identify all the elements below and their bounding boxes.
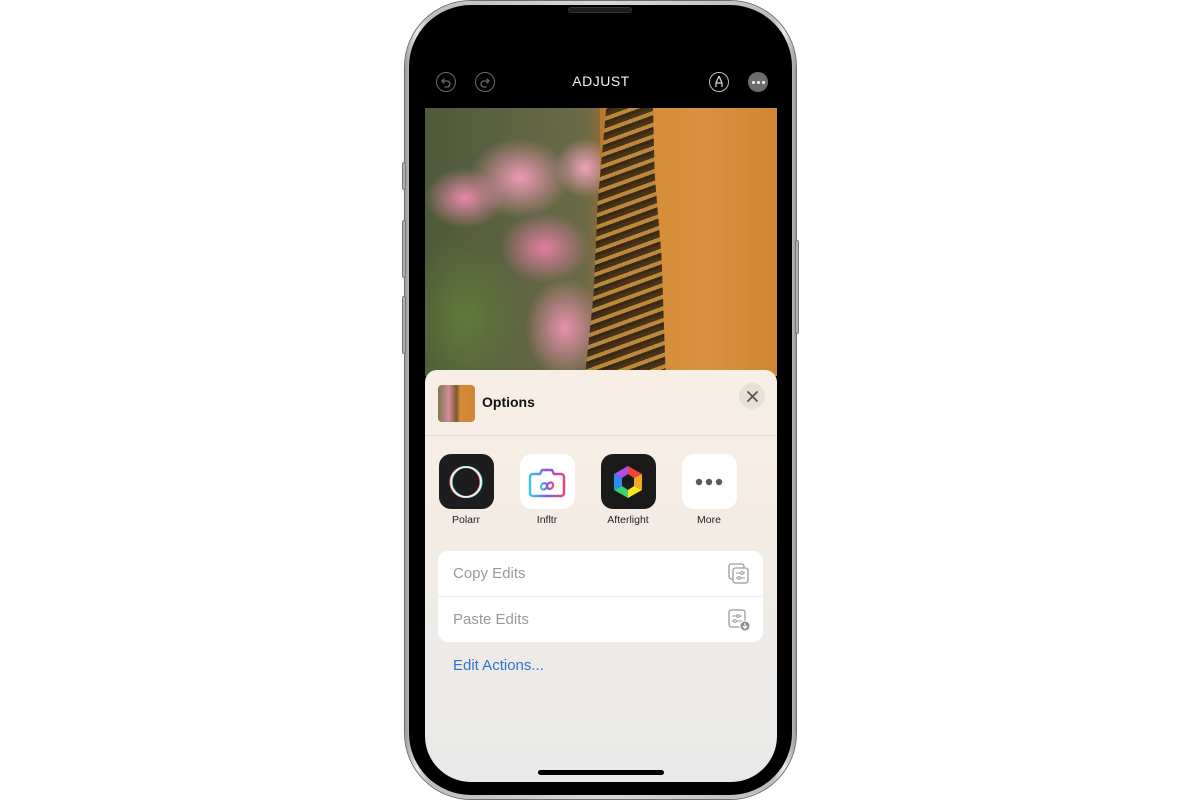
volume-up-button: [402, 220, 406, 278]
edit-toolbar: ADJUST: [425, 66, 777, 100]
photo-thumbnail: [438, 385, 475, 422]
app-extensions-row: Polarr Infltr Afterlight More: [425, 454, 777, 534]
app-label: More: [697, 514, 721, 526]
edit-actions-list: Copy Edits Paste Edits: [438, 551, 763, 642]
polarr-app-icon: [438, 454, 494, 509]
sheet-title: Options: [482, 394, 535, 410]
infltr-app-icon: [519, 454, 575, 509]
app-label: Infltr: [536, 514, 558, 526]
more-options-button[interactable]: [748, 72, 768, 92]
edit-actions-link[interactable]: Edit Actions...: [453, 657, 544, 674]
power-button: [795, 240, 799, 334]
copy-edits-icon: [728, 563, 749, 584]
afterlight-app-icon: [600, 454, 656, 509]
paste-edits-label: Paste Edits: [453, 611, 529, 628]
close-icon: [746, 390, 758, 402]
sheet-header: Options: [425, 370, 777, 436]
app-afterlight[interactable]: Afterlight: [593, 454, 663, 526]
app-polarr[interactable]: Polarr: [431, 454, 501, 526]
app-more[interactable]: More: [674, 454, 744, 526]
markup-pen-icon: [715, 75, 723, 87]
more-dots-icon: [681, 454, 737, 509]
paste-edits-row[interactable]: Paste Edits: [438, 597, 763, 642]
markup-button[interactable]: [709, 72, 729, 92]
close-button[interactable]: [739, 383, 765, 409]
options-sheet: Options Polarr Infltr Afterlight More Co…: [425, 370, 777, 782]
action-button: [402, 162, 406, 190]
copy-edits-row[interactable]: Copy Edits: [438, 551, 763, 596]
copy-edits-label: Copy Edits: [453, 565, 526, 582]
home-indicator[interactable]: [538, 770, 664, 775]
paste-edits-icon: [728, 609, 751, 632]
app-infltr[interactable]: Infltr: [512, 454, 582, 526]
app-label: Afterlight: [607, 514, 649, 526]
app-label: Polarr: [451, 514, 480, 526]
earpiece-speaker: [568, 7, 632, 13]
ellipsis-icon: [751, 80, 766, 84]
photo-preview[interactable]: [425, 108, 777, 376]
volume-down-button: [402, 296, 406, 354]
screen: ADJUST Options Polarr Infltr Afterlight …: [425, 22, 777, 782]
